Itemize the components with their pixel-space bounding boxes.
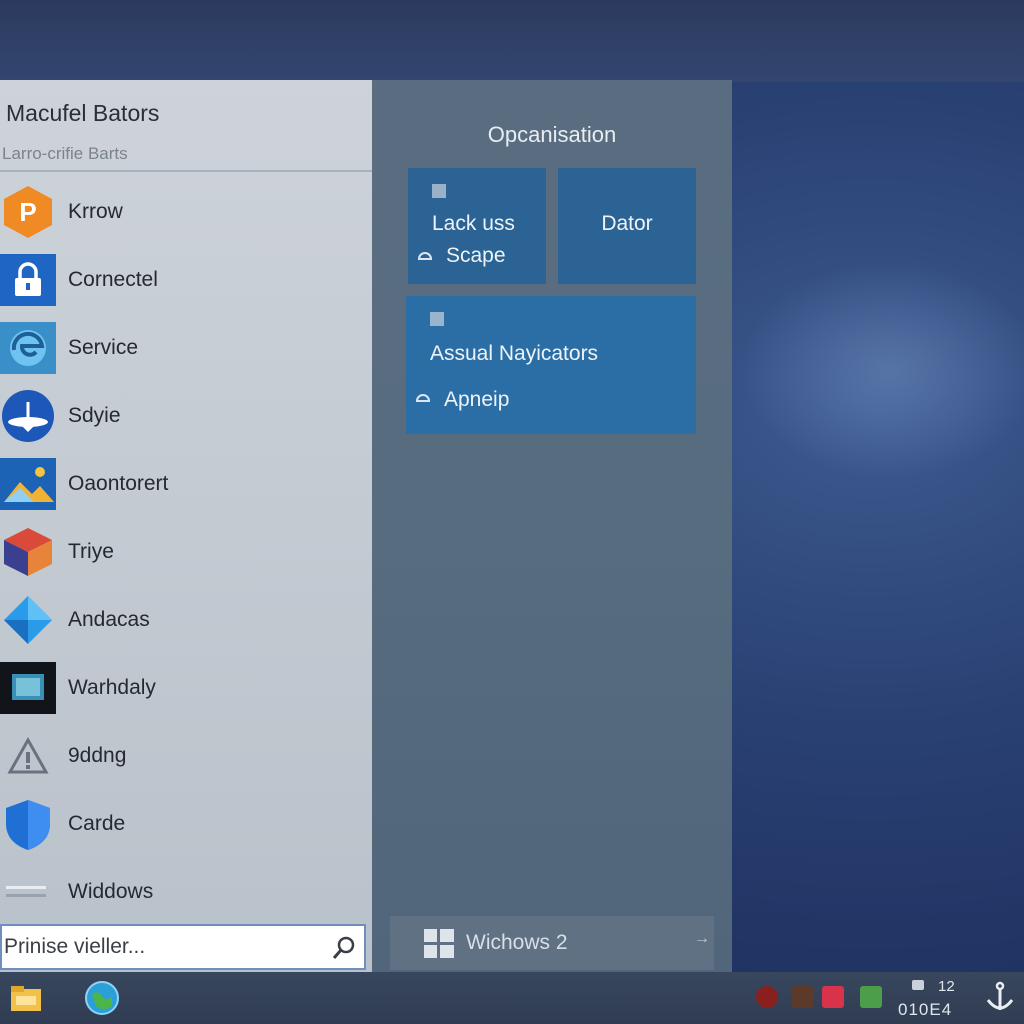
tray-app-icon[interactable]: [822, 986, 844, 1008]
app-label: 9ddng: [68, 744, 127, 767]
desktop-top-band: [0, 0, 1024, 82]
lock-icon: [0, 252, 56, 308]
taskbar: 12 010E4: [0, 972, 1024, 1024]
app-item-service[interactable]: Service: [0, 314, 372, 382]
anchor-icon[interactable]: [984, 980, 1016, 1016]
tile-line2: Scape: [446, 244, 506, 267]
desktop-wallpaper-glow: [740, 260, 1024, 480]
app-label: Carde: [68, 812, 126, 835]
start-menu: Macufel Bators Larro-crifie Barts P Krro…: [0, 80, 732, 972]
app-item-sdyie[interactable]: Sdyie: [0, 382, 372, 450]
app-label: Andacas: [68, 608, 150, 631]
power-button[interactable]: Wichows 2 →: [390, 916, 714, 970]
tile-group-title: Opcanisation: [487, 122, 617, 147]
tray-shield-icon[interactable]: [756, 986, 778, 1008]
app-label: Warhdaly: [68, 676, 156, 699]
tile-lack-uss[interactable]: Lack uss Scape: [408, 168, 546, 284]
app-item-triye[interactable]: Triye: [0, 518, 372, 586]
tile-line2: Apneip: [444, 388, 510, 411]
clock-time[interactable]: 12: [938, 978, 955, 995]
shield-icon: [0, 796, 56, 852]
search-input[interactable]: [4, 926, 324, 968]
user-name: Macufel Bators: [6, 100, 160, 126]
tile-assual-nayicators[interactable]: Assual Nayicators Apneip: [406, 296, 696, 434]
cloud-icon: [415, 394, 431, 402]
app-label: Krrow: [68, 200, 123, 223]
app-label: Triye: [68, 540, 114, 563]
app-item-cornectel[interactable]: Cornectel: [0, 246, 372, 314]
app-label: Oaontorert: [68, 472, 169, 495]
arrow-right-icon: →: [694, 930, 710, 947]
app-item-oaontorert[interactable]: Oaontorert: [0, 450, 372, 518]
file-explorer-icon[interactable]: [8, 980, 44, 1016]
warning-triangle-icon: [0, 728, 56, 784]
app-item-warhdaly[interactable]: Warhdaly: [0, 654, 372, 722]
app-label: Service: [68, 336, 139, 359]
app-item-andacas[interactable]: Andacas: [0, 586, 372, 654]
svg-text:P: P: [19, 197, 36, 227]
p-orange-hexagon-icon: P: [0, 184, 56, 240]
app-item-carde[interactable]: Carde: [0, 790, 372, 858]
tile-label: Dator: [601, 212, 653, 235]
tile-square-icon: [430, 312, 444, 326]
tile-line1: Lack uss: [432, 212, 515, 235]
search-icon[interactable]: [330, 934, 358, 962]
landscape-image-icon: [0, 456, 56, 512]
blue-diamond-icon: [0, 592, 56, 648]
app-label: Cornectel: [68, 268, 158, 291]
tile-dator[interactable]: Dator: [558, 168, 696, 284]
lines-icon: [0, 864, 56, 920]
power-label: Wichows 2: [466, 931, 568, 954]
start-menu-tiles-pane: Opcanisation Lack uss Scape Dator Assual…: [372, 80, 732, 972]
tray-network-icon[interactable]: [860, 986, 882, 1008]
cube-stack-icon: [0, 524, 56, 580]
notification-icon: [912, 980, 924, 990]
cloud-icon: [417, 252, 433, 260]
app-label: Sdyie: [68, 404, 121, 427]
globe-browser-icon[interactable]: [84, 980, 120, 1016]
edge-browser-icon: [0, 320, 56, 376]
windows-logo-icon: [424, 929, 454, 958]
user-header[interactable]: Macufel Bators Larro-crifie Barts: [0, 80, 372, 172]
search-box[interactable]: [0, 924, 366, 970]
tile-square-icon: [432, 184, 446, 198]
tile-line1: Assual Nayicators: [430, 342, 599, 365]
app-label: Widdows: [68, 880, 154, 903]
app-list: P Krrow Cornectel Service Sdyie Oaontore…: [0, 178, 372, 926]
clock-date[interactable]: 010E4: [898, 1000, 952, 1020]
globe-pin-icon: [0, 388, 56, 444]
start-menu-left-pane: Macufel Bators Larro-crifie Barts P Krro…: [0, 80, 372, 972]
dark-monitor-icon: [0, 660, 56, 716]
user-subtitle: Larro-crifie Barts: [2, 144, 128, 163]
app-item-krrow[interactable]: P Krrow: [0, 178, 372, 246]
tray-hat-icon[interactable]: [792, 986, 814, 1008]
app-item-widdows[interactable]: Widdows: [0, 858, 372, 926]
app-item-9ddng[interactable]: 9ddng: [0, 722, 372, 790]
